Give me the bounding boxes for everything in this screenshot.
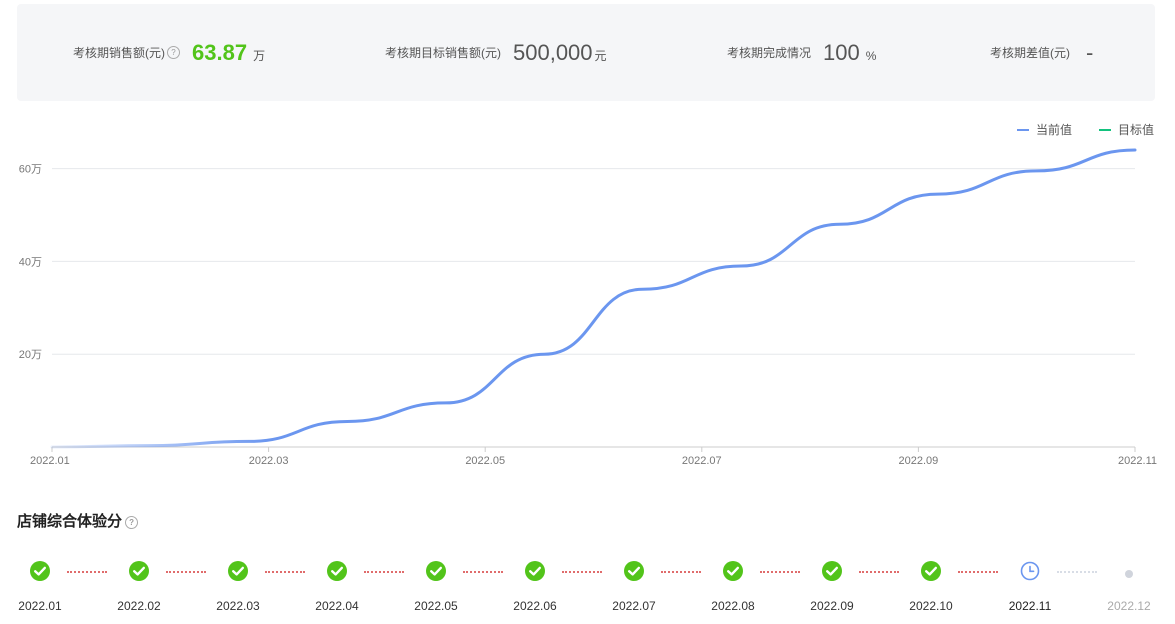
score-timeline: 2022.01 2022.02 2022.03 2022.04 2022.05 2022.…	[0, 555, 1175, 624]
timeline-item[interactable]: 2022.02	[99, 557, 179, 619]
check-circle-icon	[228, 561, 248, 581]
timeline-label: 2022.06	[513, 599, 557, 613]
summary-panel: 考核期销售额(元) ? 63.87 万 考核期目标销售额(元) 500,000 …	[17, 4, 1155, 101]
timeline-label: 2022.08	[711, 599, 755, 613]
x-tick-label: 2022.01	[30, 455, 70, 467]
score-section-title: 店铺综合体验分?	[17, 510, 139, 531]
timeline-item[interactable]: 2022.10	[891, 557, 971, 619]
x-tick-label: 2022.07	[682, 455, 722, 467]
timeline-item[interactable]: 2022.07	[594, 557, 674, 619]
timeline-item[interactable]: 2022.01	[0, 557, 80, 619]
diff-value: -	[1086, 39, 1094, 65]
timeline-label: 2022.01	[18, 599, 62, 613]
completion-metric: 考核期完成情况 100 %	[727, 4, 876, 101]
y-tick-label: 60万	[19, 164, 42, 176]
timeline-label: 2022.02	[117, 599, 161, 613]
dot-icon	[1125, 570, 1133, 578]
question-circle-icon[interactable]: ?	[167, 46, 180, 59]
target-value: 500,000	[513, 39, 593, 65]
check-circle-icon	[426, 561, 446, 581]
x-tick-label: 2022.05	[465, 455, 505, 467]
timeline-item[interactable]: 2022.12	[1089, 557, 1169, 619]
timeline-label: 2022.05	[414, 599, 458, 613]
target-metric: 考核期目标销售额(元) 500,000 元	[385, 4, 607, 101]
x-tick-label: 2022.09	[899, 455, 939, 467]
legend-target-label[interactable]: 目标值	[1118, 122, 1154, 137]
timeline-label: 2022.11	[1008, 599, 1052, 613]
chart-legend[interactable]: 当前值 目标值	[1017, 122, 1154, 137]
sales-unit: 万	[253, 49, 266, 63]
timeline-item[interactable]: 2022.08	[693, 557, 773, 619]
sales-line-chart: 20万40万60万 2022.01 2022.03 2022.05 2022.07 20…	[19, 122, 1157, 467]
current-value-line	[50, 148, 1137, 449]
x-axis: 2022.01 2022.03 2022.05 2022.07 2022.09 2022.…	[30, 446, 1157, 467]
diff-label: 考核期差值(元)	[990, 46, 1070, 60]
timeline-item[interactable]: 2022.05	[396, 557, 476, 619]
y-tick-label: 40万	[19, 256, 42, 268]
x-tick-label: 2022.03	[249, 455, 289, 467]
check-circle-icon	[327, 561, 347, 581]
check-circle-icon	[525, 561, 545, 581]
check-circle-icon	[129, 561, 149, 581]
diff-metric: 考核期差值(元) -	[990, 4, 1093, 101]
timeline-label: 2022.09	[810, 599, 854, 613]
check-circle-icon	[30, 561, 50, 581]
y-tick-label: 20万	[19, 349, 42, 361]
check-circle-icon	[921, 561, 941, 581]
check-circle-icon	[723, 561, 743, 581]
legend-current-label[interactable]: 当前值	[1036, 122, 1072, 137]
sales-metric: 考核期销售额(元) ? 63.87 万	[73, 4, 265, 101]
timeline-item[interactable]: 2022.09	[792, 557, 872, 619]
sales-label: 考核期销售额(元)	[73, 46, 165, 60]
timeline-label: 2022.04	[315, 599, 359, 613]
completion-label: 考核期完成情况	[727, 46, 812, 60]
series-layer	[50, 148, 1137, 449]
check-circle-icon	[822, 561, 842, 581]
completion-unit: %	[865, 48, 877, 63]
timeline-item[interactable]: 2022.04	[297, 557, 377, 619]
timeline-label: 2022.12	[1107, 599, 1151, 613]
clock-icon	[1020, 561, 1040, 581]
question-circle-icon[interactable]: ?	[125, 515, 139, 529]
sales-value: 63.87	[192, 39, 248, 65]
timeline-item[interactable]: 2022.03	[198, 557, 278, 619]
target-unit: 元	[594, 49, 607, 63]
completion-value: 100	[823, 39, 860, 65]
x-tick-label: 2022.11	[1118, 455, 1157, 467]
timeline-item[interactable]: 2022.06	[495, 557, 575, 619]
timeline-item[interactable]: 2022.11	[990, 557, 1070, 619]
timeline-label: 2022.07	[612, 599, 656, 613]
grid-lines: 20万 40万 60万	[19, 164, 1135, 361]
score-title-text: 店铺综合体验分	[17, 513, 123, 530]
check-circle-icon	[624, 561, 644, 581]
target-label: 考核期目标销售额(元)	[385, 46, 501, 60]
timeline-label: 2022.10	[909, 599, 953, 613]
timeline-label: 2022.03	[216, 599, 260, 613]
